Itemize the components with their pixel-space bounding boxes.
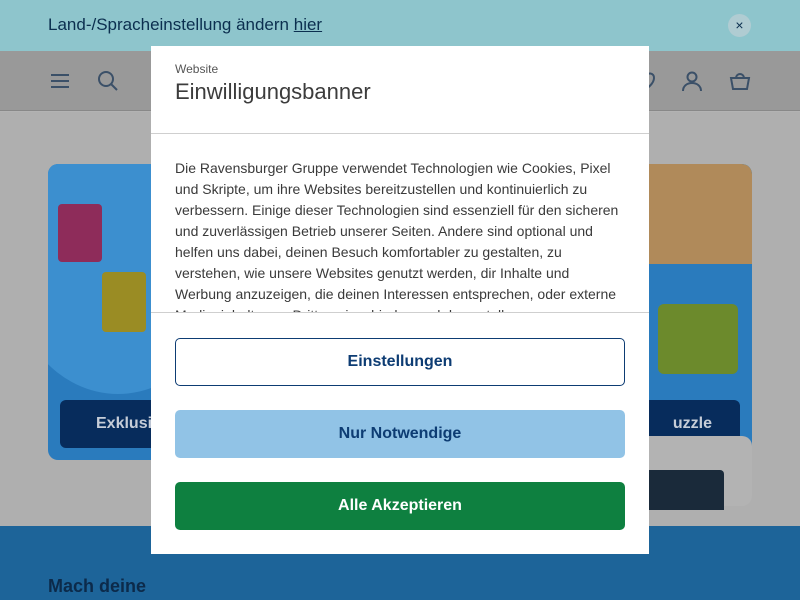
modal-header: Website Einwilligungsbanner — [151, 46, 649, 134]
search-icon[interactable] — [96, 69, 120, 93]
cart-icon[interactable] — [728, 69, 752, 93]
settings-button[interactable]: Einstellungen — [175, 338, 625, 386]
locale-change-link[interactable]: hier — [294, 15, 322, 34]
modal-body[interactable]: Die Ravensburger Gruppe verwendet Techno… — [151, 134, 649, 313]
puzzle-piece-yellow — [102, 272, 146, 332]
user-icon[interactable] — [680, 69, 704, 93]
locale-notice-bar: Land-/Spracheinstellung ändern hier × — [0, 0, 800, 51]
modal-title: Einwilligungsbanner — [175, 79, 371, 104]
modal-subtitle: Website — [175, 62, 219, 76]
menu-icon[interactable] — [48, 69, 72, 93]
promo-title: Mach deine — [48, 576, 147, 596]
consent-modal: Website Einwilligungsbanner Die Ravensbu… — [151, 46, 649, 554]
accept-all-button[interactable]: Alle Akzeptieren — [175, 482, 625, 530]
close-icon[interactable]: × — [728, 14, 751, 37]
puzzle-piece-green — [658, 304, 738, 374]
locale-notice-text: Land-/Spracheinstellung ändern hier — [48, 15, 322, 35]
necessary-only-button[interactable]: Nur Notwendige — [175, 410, 625, 458]
puzzle-piece-pink — [58, 204, 102, 262]
consent-text: Die Ravensburger Gruppe verwendet Techno… — [175, 160, 619, 312]
locale-notice-label: Land-/Spracheinstellung ändern — [48, 15, 294, 34]
